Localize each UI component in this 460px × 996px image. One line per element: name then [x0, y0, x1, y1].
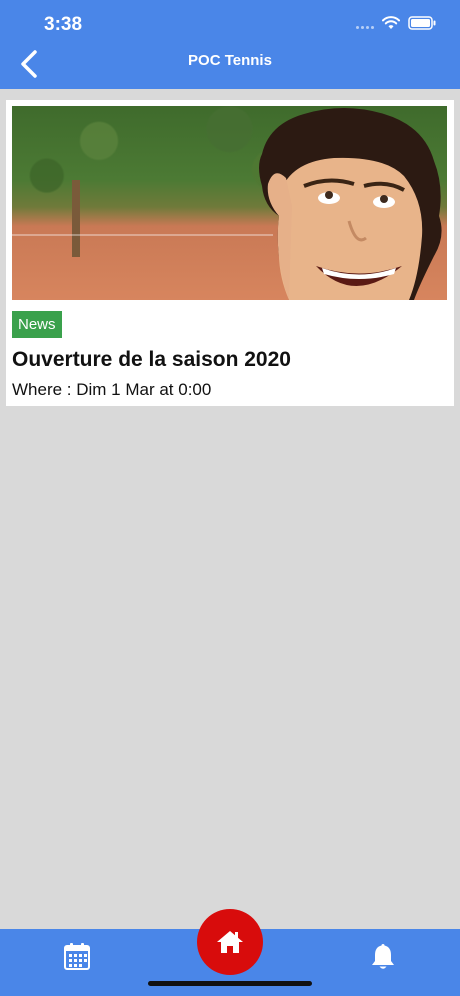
- news-badge: News: [12, 311, 62, 338]
- card-subtitle: Where : Dim 1 Mar at 0:00: [12, 380, 212, 399]
- content-area: News Ouverture de la saison 2020 Where :…: [0, 89, 460, 929]
- calendar-tab[interactable]: [62, 941, 92, 976]
- news-card[interactable]: News Ouverture de la saison 2020 Where :…: [6, 100, 454, 406]
- card-image: [12, 106, 447, 300]
- calendar-icon: [64, 943, 90, 970]
- status-bar: 3:38: [0, 0, 460, 44]
- wifi-icon: [382, 16, 400, 29]
- home-icon: [217, 931, 243, 953]
- card-title: Ouverture de la saison 2020: [12, 348, 291, 371]
- home-button[interactable]: [197, 909, 263, 975]
- status-time: 3:38: [44, 14, 83, 35]
- status-icons: [356, 16, 436, 30]
- nav-title: POC Tennis: [188, 52, 272, 69]
- signal-icon: [356, 17, 374, 29]
- battery-icon: [408, 16, 436, 30]
- notifications-tab[interactable]: [368, 941, 398, 976]
- home-indicator: [148, 981, 312, 986]
- nav-bar: POC Tennis: [0, 44, 460, 89]
- bell-icon: [372, 944, 394, 969]
- boy-image: [259, 108, 442, 300]
